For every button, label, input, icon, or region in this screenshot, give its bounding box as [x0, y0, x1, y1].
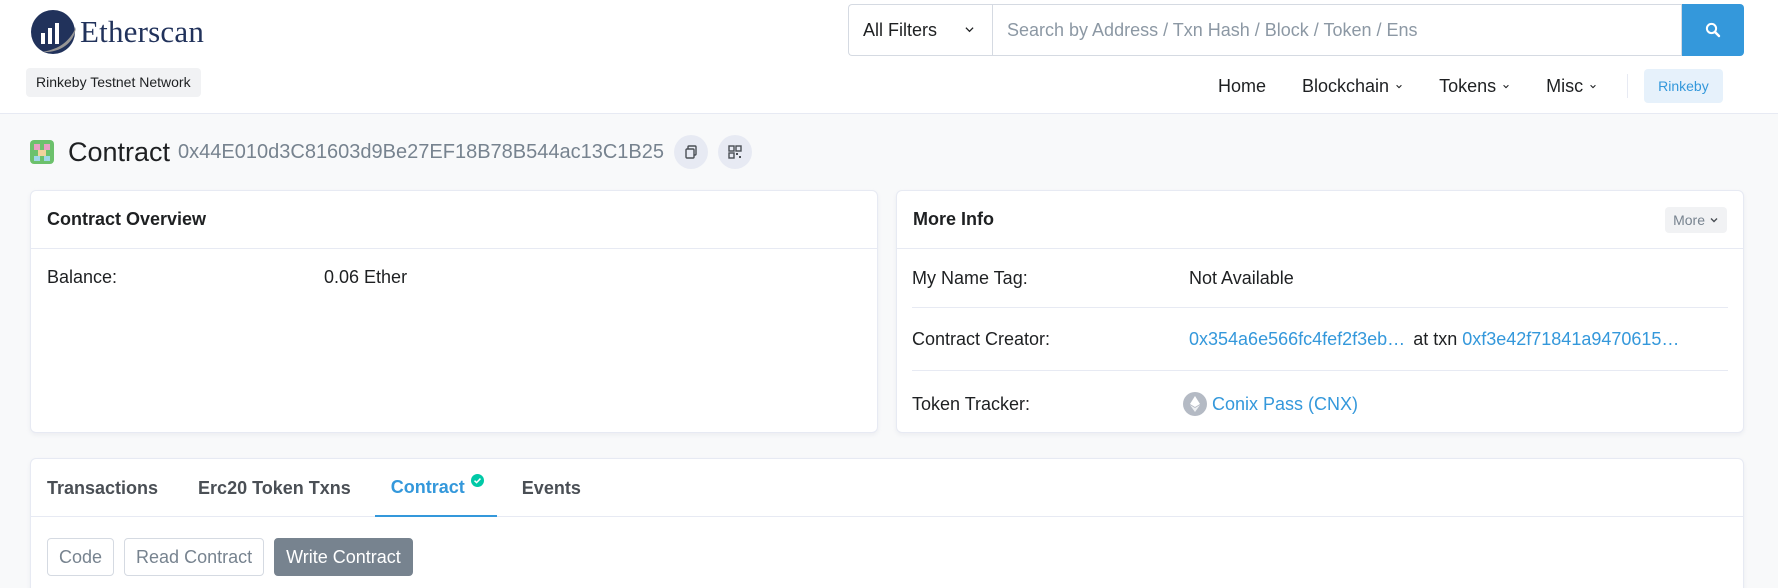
search-filter-label: All Filters [863, 19, 938, 40]
ethereum-token-icon [1183, 392, 1207, 416]
search-icon [1705, 22, 1721, 38]
nav-home[interactable]: Home [1200, 76, 1284, 97]
overview-title: Contract Overview [47, 209, 207, 229]
token-tracker-label: Token Tracker: [912, 393, 1031, 414]
token-tracker-row: Token Tracker: Conix Pass (CNX) [897, 371, 1743, 437]
contract-overview-card: Contract Overview Balance: 0.06 Ether [30, 190, 878, 433]
nav-blockchain[interactable]: Blockchain [1284, 76, 1421, 97]
chevron-down-icon [965, 27, 974, 33]
nav-misc-label: Misc [1546, 75, 1584, 96]
tab-bar: Transactions Erc20 Token Txns Contract E… [31, 459, 1743, 517]
main-nav: Home Blockchain Tokens Misc Rinkeby [1200, 69, 1723, 103]
card-header: Contract Overview [31, 191, 877, 249]
tab-label: Transactions [47, 477, 159, 498]
verified-check-icon [470, 474, 484, 487]
chevron-down-icon [1503, 84, 1509, 89]
nav-home-label: Home [1218, 75, 1267, 96]
copy-icon [685, 145, 697, 159]
name-tag-row: My Name Tag: Not Available [897, 249, 1743, 307]
tab-transactions[interactable]: Transactions [31, 459, 174, 517]
nav-divider [1627, 74, 1629, 98]
balance-value: 0.06 Ether [324, 267, 408, 287]
search-input[interactable] [992, 4, 1682, 56]
creator-row: Contract Creator: 0x354a6e566fc4fef2f3eb… [897, 308, 1743, 370]
contract-tabs-card: Transactions Erc20 Token Txns Contract E… [30, 458, 1744, 588]
name-tag-value: Not Available [1189, 267, 1294, 288]
logo-text: Etherscan [80, 14, 205, 49]
tab-label: Contract [390, 476, 465, 497]
search-filter-select[interactable]: All Filters [848, 4, 992, 56]
more-dropdown-button[interactable]: More [1665, 206, 1727, 233]
site-header: Etherscan Rinkeby Testnet Network All Fi… [0, 0, 1778, 114]
qr-code-icon [728, 145, 742, 159]
network-badge: Rinkeby Testnet Network [26, 68, 201, 97]
tab-label: Erc20 Token Txns [198, 477, 351, 498]
tab-label: Events [521, 477, 581, 498]
write-contract-button[interactable]: Write Contract [274, 538, 413, 576]
qr-code-button[interactable] [718, 135, 753, 169]
code-button[interactable]: Code [47, 538, 115, 576]
nav-tokens[interactable]: Tokens [1421, 76, 1528, 97]
more-button-label: More [1673, 211, 1705, 228]
etherscan-logo[interactable]: Etherscan [30, 9, 204, 55]
card-header: More Info More [897, 191, 1743, 249]
nav-tokens-label: Tokens [1439, 75, 1497, 96]
tab-contract[interactable]: Contract [374, 459, 497, 517]
network-switch-button[interactable]: Rinkeby [1644, 69, 1723, 103]
page-heading: Contract 0x44E010d3C81603d9Be27EF18B78B5… [30, 134, 753, 170]
name-tag-label: My Name Tag: [912, 267, 1028, 288]
creator-address-link[interactable]: 0x354a6e566fc4fef2f3eb… [1189, 329, 1405, 350]
chevron-down-icon [1590, 84, 1596, 89]
balance-row: Balance: 0.06 Ether [31, 249, 877, 288]
creator-txn-link[interactable]: 0xf3e42f71841a9470615… [1462, 329, 1679, 350]
nav-blockchain-label: Blockchain [1302, 75, 1390, 96]
tab-erc20-token-txns[interactable]: Erc20 Token Txns [182, 459, 367, 517]
contract-address: 0x44E010d3C81603d9Be27EF18B78B544ac13C1B… [178, 140, 665, 163]
nav-misc[interactable]: Misc [1528, 76, 1615, 97]
contract-sub-tabs: Code Read Contract Write Contract [47, 538, 423, 576]
token-tracker-link[interactable]: Conix Pass (CNX) [1212, 394, 1358, 415]
copy-address-button[interactable] [674, 135, 709, 169]
contract-avatar-icon [30, 140, 54, 164]
page-title: Contract [68, 136, 171, 167]
more-info-title: More Info [913, 209, 994, 229]
creator-label: Contract Creator: [912, 328, 1051, 349]
tab-events[interactable]: Events [506, 459, 597, 517]
chevron-down-icon [1396, 84, 1402, 89]
chevron-down-icon [1710, 217, 1718, 222]
read-contract-button[interactable]: Read Contract [124, 538, 265, 576]
etherscan-logo-icon [31, 10, 76, 54]
creator-at-text: at txn [1413, 328, 1458, 349]
more-info-card: More Info More My Name Tag: Not Availabl… [896, 190, 1744, 433]
search-bar: All Filters [848, 4, 1744, 56]
balance-label: Balance: [47, 267, 118, 287]
search-button[interactable] [1682, 4, 1744, 56]
